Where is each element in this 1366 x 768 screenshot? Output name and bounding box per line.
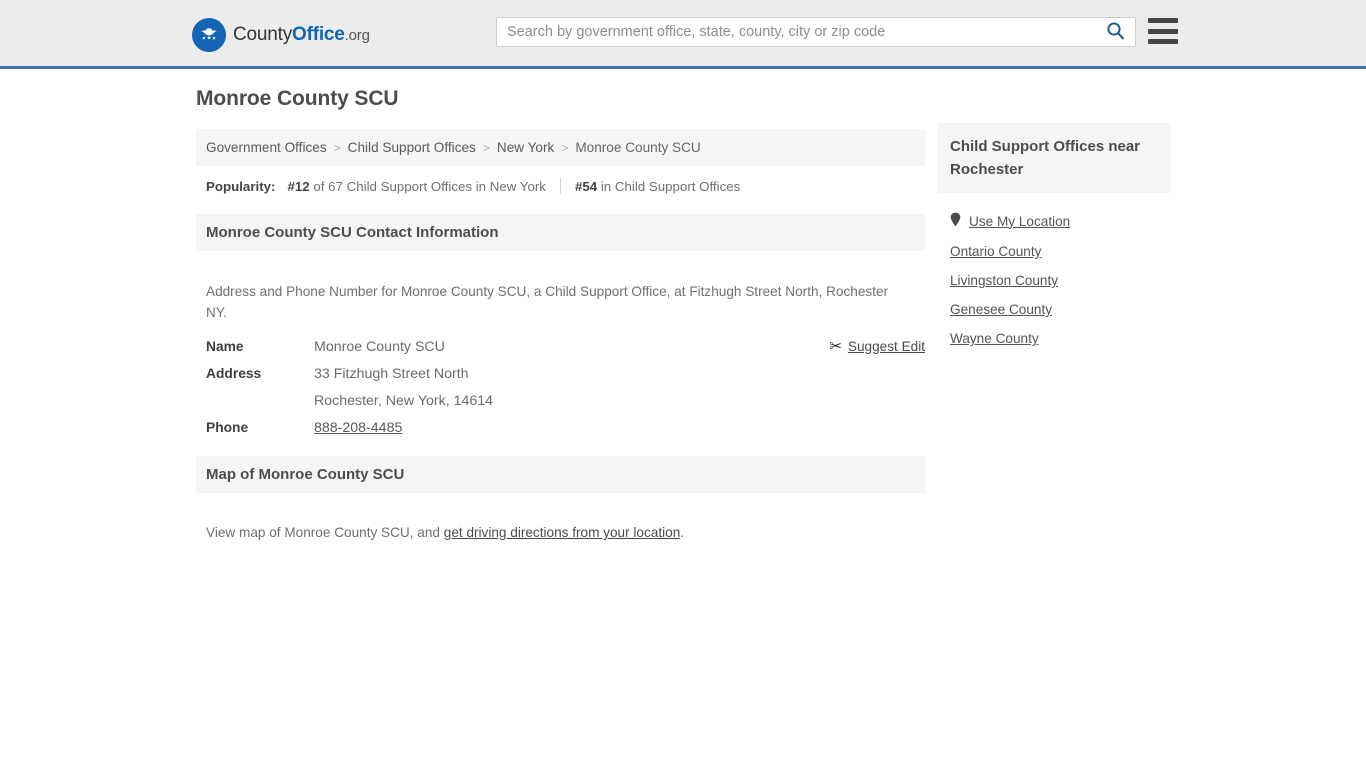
sidebar-item-use-my-location[interactable]: Use My Location	[950, 212, 1159, 230]
breadcrumb-separator-icon: >	[561, 140, 569, 155]
breadcrumb-item-new-york[interactable]: New York	[497, 140, 554, 155]
phone-link[interactable]: 888-208-4485	[314, 420, 402, 436]
popularity-rank-national: #54	[574, 178, 598, 194]
menu-bar-2	[1148, 28, 1178, 34]
contact-details-table: ✂ Suggest Edit Name Monroe County SCU Ad…	[196, 336, 925, 436]
detail-label-address: Address	[206, 365, 262, 381]
detail-value-address-street: 33 Fitzhugh Street North	[314, 365, 469, 382]
eagle-seal-icon	[192, 18, 226, 52]
map-pin-icon	[950, 212, 961, 230]
detail-value-address-city: Rochester, New York, 14614	[314, 392, 494, 409]
popularity-stat-state: #12 of 67 Child Support Offices in New Y…	[287, 179, 545, 194]
detail-row-address-city: Rochester, New York, 14614	[206, 393, 915, 409]
popularity-text-state: of 67 Child Support Offices in New York	[313, 178, 546, 194]
detail-label-name: Name	[206, 338, 244, 354]
detail-row-name: Name Monroe County SCU	[206, 339, 915, 355]
breadcrumb-item-current: Monroe County SCU	[575, 140, 701, 155]
logo-text-office: Office	[292, 24, 345, 45]
map-description: View map of Monroe County SCU, and get d…	[196, 506, 925, 543]
logo-text: CountyOffice.org	[233, 24, 370, 46]
sidebar-item-wayne-county[interactable]: Wayne County	[950, 331, 1159, 346]
map-description-prefix: View map of Monroe County SCU, and	[206, 525, 444, 541]
menu-bar-3	[1148, 39, 1178, 44]
sidebar-title: Child Support Offices near Rochester	[938, 123, 1171, 193]
site-logo[interactable]: CountyOffice.org	[192, 18, 370, 52]
popularity-row: Popularity: #12 of 67 Child Support Offi…	[196, 166, 925, 194]
sidebar-link-label[interactable]: Wayne County	[950, 331, 1039, 346]
suggest-edit-button[interactable]: ✂ Suggest Edit	[829, 336, 925, 355]
map-description-suffix: .	[680, 525, 685, 541]
sidebar-item-ontario-county[interactable]: Ontario County	[950, 244, 1159, 259]
breadcrumb: Government Offices > Child Support Offic…	[196, 129, 925, 166]
sidebar-links: Use My Location Ontario County Livingsto…	[938, 193, 1171, 346]
sidebar-item-genesee-county[interactable]: Genesee County	[950, 302, 1159, 317]
sidebar-link-label[interactable]: Genesee County	[950, 302, 1052, 317]
search-button[interactable]	[1095, 18, 1135, 46]
detail-label-phone: Phone	[206, 419, 249, 435]
edit-icon: ✂	[829, 336, 842, 355]
sidebar-link-label[interactable]: Use My Location	[969, 214, 1070, 229]
breadcrumb-item-child-support-offices[interactable]: Child Support Offices	[348, 140, 476, 155]
menu-bar-1	[1148, 18, 1178, 23]
contact-description: Address and Phone Number for Monroe Coun…	[206, 283, 889, 320]
suggest-edit-label: Suggest Edit	[847, 338, 925, 354]
detail-value-phone: 888-208-4485	[314, 420, 402, 436]
logo-text-county: County	[233, 24, 293, 45]
breadcrumb-item-government-offices[interactable]: Government Offices	[206, 140, 327, 155]
breadcrumb-separator-icon: >	[333, 140, 341, 155]
sidebar-item-livingston-county[interactable]: Livingston County	[950, 273, 1159, 288]
popularity-divider	[559, 178, 561, 194]
search-bar[interactable]	[496, 17, 1136, 47]
contact-section-header: Monroe County SCU Contact Information	[196, 214, 925, 251]
logo-text-org: .org	[344, 27, 370, 44]
site-header: CountyOffice.org	[0, 0, 1366, 69]
map-section-header: Map of Monroe County SCU	[196, 455, 925, 493]
sidebar-link-label[interactable]: Livingston County	[950, 273, 1058, 288]
search-icon	[1106, 21, 1125, 43]
detail-row-address: Address 33 Fitzhugh Street North	[206, 366, 915, 382]
main-content: Monroe County SCU Government Offices > C…	[196, 87, 925, 557]
detail-value-name: Monroe County SCU	[314, 338, 445, 355]
detail-row-phone: Phone 888-208-4485	[206, 420, 915, 436]
breadcrumb-separator-icon: >	[482, 140, 490, 155]
search-input[interactable]	[497, 18, 1095, 46]
popularity-text-national: in Child Support Offices	[600, 178, 741, 194]
popularity-stat-national: #54 in Child Support Offices	[575, 179, 740, 194]
page-title: Monroe County SCU	[196, 87, 399, 110]
sidebar: Child Support Offices near Rochester Use…	[938, 123, 1171, 346]
popularity-label: Popularity:	[206, 178, 276, 194]
sidebar-link-label[interactable]: Ontario County	[950, 244, 1041, 259]
popularity-rank-state: #12	[287, 178, 310, 194]
driving-directions-link[interactable]: get driving directions from your locatio…	[444, 525, 681, 540]
hamburger-menu-icon[interactable]	[1148, 18, 1178, 44]
